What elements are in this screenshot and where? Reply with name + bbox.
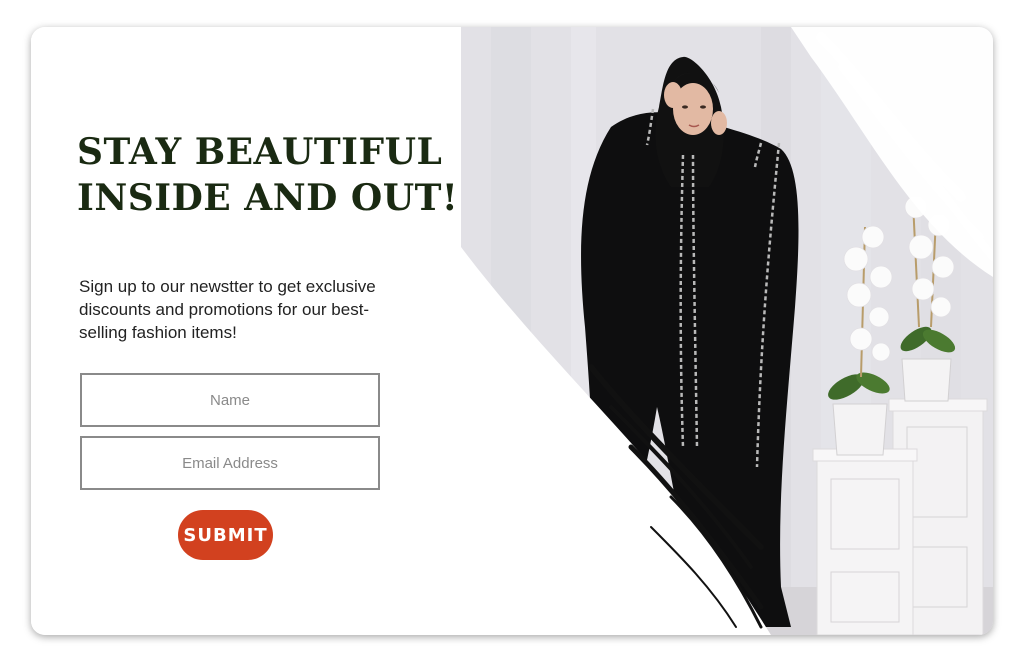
- headline-line-1: STAY BEAUTIFUL: [77, 131, 443, 173]
- email-field[interactable]: [80, 436, 380, 490]
- hero-image: [461, 27, 993, 635]
- signup-form-panel: STAY BEAUTIFUL INSIDE AND OUT! Sign up t…: [31, 27, 461, 635]
- name-field[interactable]: [80, 373, 380, 427]
- headline-line-2: INSIDE AND OUT!: [77, 177, 459, 219]
- signup-popup-card: STAY BEAUTIFUL INSIDE AND OUT! Sign up t…: [31, 27, 993, 635]
- newsletter-description: Sign up to our newstter to get exclusive…: [79, 277, 376, 342]
- submit-button[interactable]: SUBMIT: [178, 510, 273, 560]
- hero-photo-illustration: [461, 27, 993, 635]
- headline: STAY BEAUTIFUL INSIDE AND OUT!: [77, 129, 459, 221]
